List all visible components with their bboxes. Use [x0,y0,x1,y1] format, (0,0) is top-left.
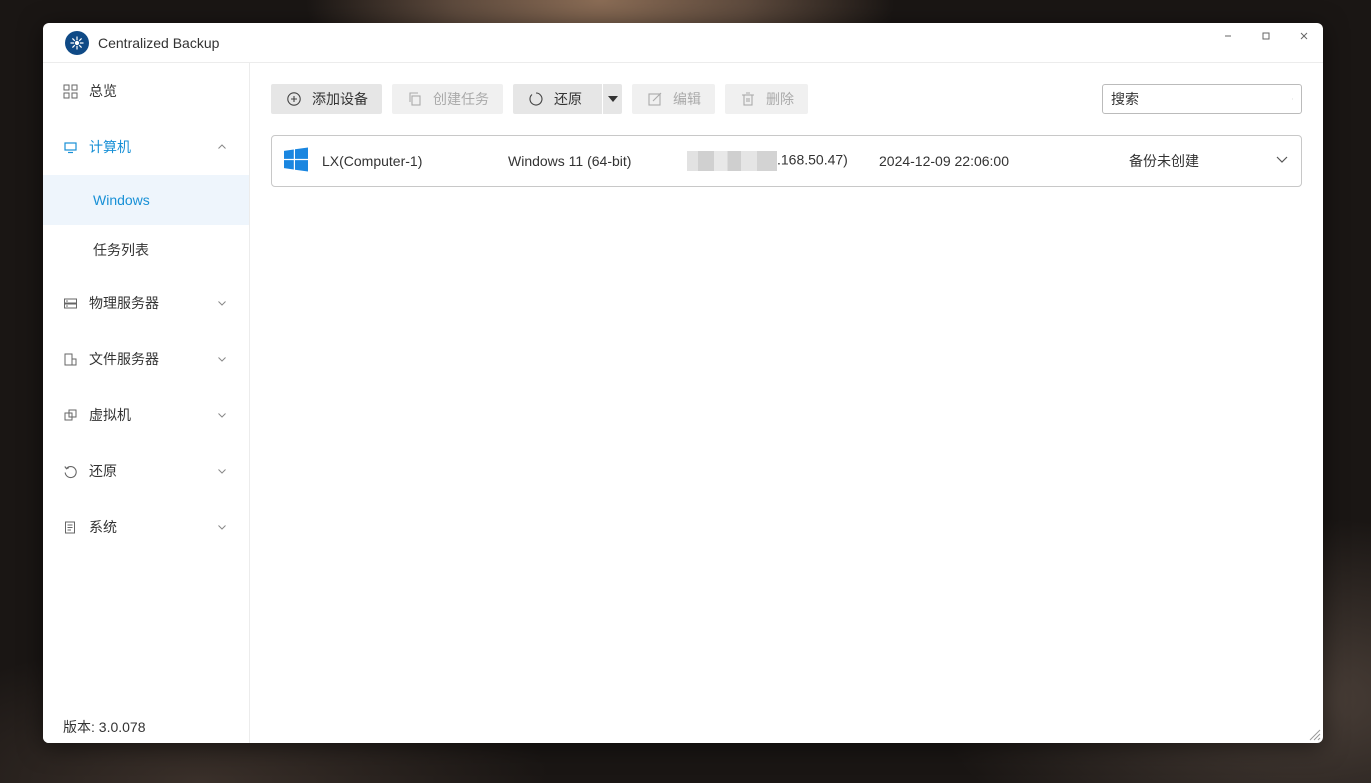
caret-down-icon [607,96,618,102]
windows-logo-icon [284,147,308,175]
restore-icon [528,91,544,107]
virtual-machine-icon [63,408,78,423]
sidebar-subitem-label: Windows [93,192,150,208]
minimize-button[interactable] [1209,23,1247,49]
sidebar-item-physical-server[interactable]: 物理服务器 [43,275,249,331]
chevron-down-icon [218,301,226,306]
title-bar[interactable]: Centralized Backup [43,23,1323,63]
sidebar-subitem-label: 任务列表 [93,242,149,258]
sidebar-subitem-task-list[interactable]: 任务列表 [43,225,249,275]
sidebar-item-label: 文件服务器 [89,351,159,367]
delete-button[interactable]: 删除 [725,84,808,114]
sidebar-item-label: 系统 [89,519,117,535]
restore-dropdown-button[interactable] [602,84,622,114]
search-box [1102,84,1302,114]
device-ip: .168.50.47) [687,151,848,171]
window-controls [1209,23,1323,49]
sidebar-item-label: 还原 [89,463,117,479]
close-button[interactable] [1285,23,1323,49]
sidebar-item-file-server[interactable]: 文件服务器 [43,331,249,387]
copy-icon [407,91,423,107]
device-time: 2024-12-09 22:06:00 [879,153,1009,169]
maximize-button[interactable] [1247,23,1285,49]
device-ip-visible: .168.50.47) [777,151,848,168]
restore-icon [63,464,78,479]
sidebar-item-label: 总览 [89,83,117,99]
main-content: 添加设备 创建任务 还原 编辑 删除 搜索 LX(Computer-1) Win… [250,63,1323,743]
search-input[interactable] [1111,91,1292,107]
create-task-button[interactable]: 创建任务 [392,84,503,114]
add-device-label: 添加设备 [312,91,368,107]
sidebar-item-virtual-machine[interactable]: 虚拟机 [43,387,249,443]
chevron-up-icon [218,144,226,149]
close-icon [1300,32,1308,40]
sidebar: 总览 计算机 Windows 任务列表 物理服务器 文件服务器 虚拟机 还原 系… [43,63,250,743]
trash-icon [740,91,756,107]
device-os: Windows 11 (64-bit) [508,153,632,169]
add-device-button[interactable]: 添加设备 [271,84,382,114]
delete-label: 删除 [766,91,794,107]
system-icon [63,520,78,535]
toolbar: 添加设备 创建任务 还原 编辑 删除 搜索 [271,84,1302,114]
chevron-down-icon [1276,156,1288,163]
chevron-down-icon [218,357,226,362]
sidebar-item-label: 计算机 [89,139,131,155]
expand-row-button[interactable] [1275,153,1289,170]
app-logo-icon [65,30,89,55]
device-status: 备份未创建 [1129,153,1199,169]
sidebar-item-label: 物理服务器 [89,295,159,311]
edit-label: 编辑 [673,91,701,107]
chevron-down-icon [218,413,226,418]
minimize-icon [1225,35,1231,37]
redacted-ip-segment [687,151,777,171]
sidebar-item-restore[interactable]: 还原 [43,443,249,499]
chevron-down-icon [218,469,226,474]
file-server-icon [63,352,78,367]
sidebar-item-label: 虚拟机 [89,407,131,423]
version-label: 版本: 3.0.078 [63,719,146,735]
sidebar-subitem-windows[interactable]: Windows [43,175,249,225]
sidebar-item-computer[interactable]: 计算机 [43,119,249,175]
create-task-label: 创建任务 [433,91,489,107]
app-title: Centralized Backup [98,34,220,51]
sidebar-item-system[interactable]: 系统 [43,499,249,555]
resize-grip-icon[interactable] [1307,727,1321,741]
server-icon [63,296,78,311]
search-icon[interactable] [1292,91,1293,107]
chevron-down-icon [218,525,226,530]
grid-icon [63,84,78,99]
restore-split-button: 还原 [513,84,622,114]
device-row[interactable]: LX(Computer-1) Windows 11 (64-bit) .168.… [271,135,1302,187]
app-window: Centralized Backup 总览 计算机 Windows 任务列表 物… [43,23,1323,743]
plus-circle-icon [286,91,302,107]
device-name: LX(Computer-1) [322,153,423,169]
restore-button[interactable]: 还原 [513,84,602,114]
restore-label: 还原 [554,91,582,107]
maximize-icon [1262,32,1270,40]
sidebar-item-overview[interactable]: 总览 [43,63,249,119]
edit-icon [647,91,663,107]
edit-button[interactable]: 编辑 [632,84,715,114]
monitor-icon [63,140,78,155]
